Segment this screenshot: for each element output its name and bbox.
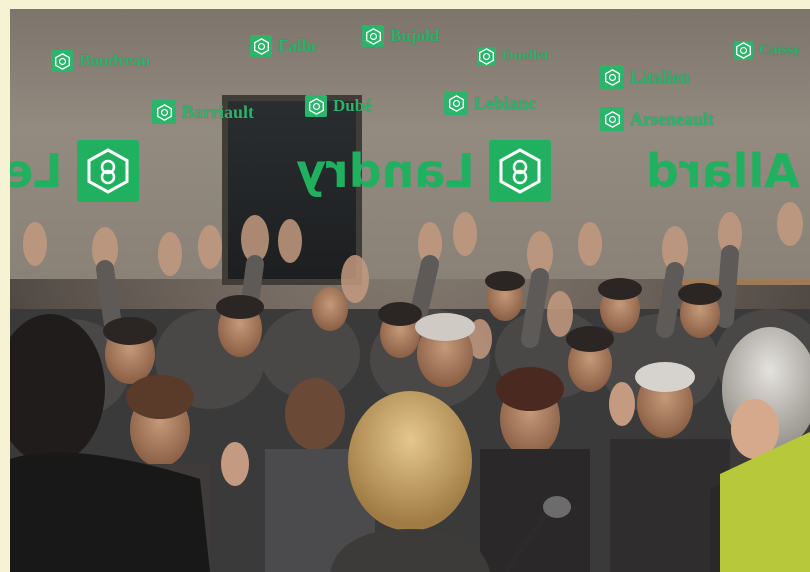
name-label: Leblanc [474,92,537,113]
name-label: Dubé [333,96,372,115]
name-label: Ouellet [502,48,549,64]
large-name-label: Allard [646,144,800,198]
logo-icon [152,100,176,124]
photo-frame: Boudreau Fallu Bujold Ouellet Caissy Lit… [10,9,810,572]
logo-icon [250,35,272,57]
large-name-label: Le [10,144,63,198]
logo-icon [76,140,139,202]
name-tag-boudreau: Boudreau [51,50,151,72]
name-label: Litalien [630,66,691,87]
logo-icon [51,50,73,72]
name-label: Fallu [278,36,316,55]
name-label: Caissy [759,42,801,58]
name-tag-ouellet: Ouellet [477,47,549,66]
large-name-label: Landry [296,144,475,198]
logo-icon [600,65,624,89]
name-tag-litalien: Litalien [600,65,690,89]
logo-icon [734,41,753,60]
name-label: Boudreau [79,51,151,70]
name-tag-arseneault: Arseneault [600,107,714,131]
name-tag-fallu: Fallu [250,35,316,57]
name-tag-bujold: Bujold [362,25,439,47]
logo-icon [488,140,551,202]
name-tag-caissy: Caissy [734,41,801,60]
logo-icon [477,47,496,66]
name-tag-leblanc: Leblanc [444,91,536,115]
name-tag-dube: Dubé [305,95,372,117]
logo-icon [600,107,624,131]
large-tag-le: Le [10,140,139,202]
logo-icon [305,95,327,117]
crowd-illustration [10,202,810,572]
large-tag-landry: Landry [296,140,551,202]
name-tag-barriault: Barriault [152,100,254,124]
large-tag-allard: Allard [646,140,810,202]
name-label: Arseneault [630,108,714,129]
logo-icon [444,91,468,115]
logo-icon [362,25,384,47]
name-label: Bujold [390,26,440,45]
name-label: Barriault [182,101,254,122]
